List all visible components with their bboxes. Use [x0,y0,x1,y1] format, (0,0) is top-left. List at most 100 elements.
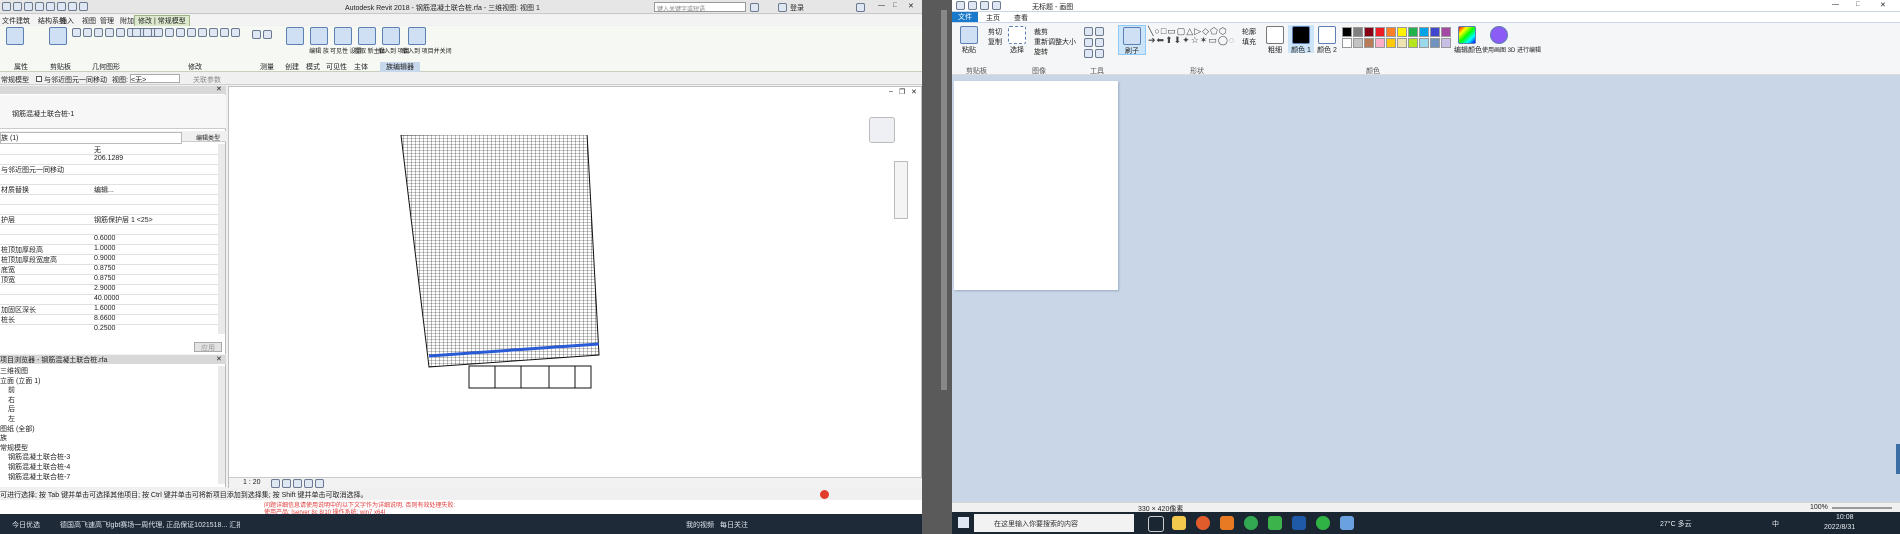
property-value[interactable]: 0.2500 [94,325,212,332]
browser-tree-item[interactable]: 三维视图 [0,366,28,376]
redo-icon[interactable] [34,2,44,11]
edit-colors-button[interactable]: 编辑颜色 [1454,25,1482,54]
start-icon[interactable] [958,517,969,528]
close-icon[interactable]: ✕ [216,85,222,93]
3d-view-icon[interactable] [78,2,88,11]
color-swatch[interactable] [1342,38,1352,48]
property-value[interactable]: 8.6600 [94,315,212,322]
pencil-icon[interactable] [1084,27,1093,36]
split-face-icon[interactable] [104,28,114,37]
close-icon[interactable]: ✕ [216,355,222,363]
ime-indicator[interactable]: 中 [1772,519,1779,529]
copy-icon[interactable] [142,28,152,37]
outline-button[interactable]: 轮廓 [1242,27,1256,37]
task-view-icon[interactable] [1148,516,1164,532]
browser-icon[interactable] [1196,516,1210,530]
color-swatch[interactable] [1408,38,1418,48]
color-swatch[interactable] [1430,38,1440,48]
tab-architecture[interactable]: 建筑 [16,16,30,26]
load-into-project-button[interactable]: 载入到 项目 [378,26,410,55]
tab-home[interactable]: 主页 [986,13,1000,23]
move-icon[interactable] [132,28,141,37]
wechat-icon[interactable] [1316,516,1330,530]
close-icon[interactable]: ✕ [908,2,914,10]
array-icon[interactable] [175,28,185,37]
property-value[interactable]: 0.6000 [94,235,212,242]
user-icon[interactable] [778,3,787,12]
detail-level-icon[interactable] [271,479,280,488]
text-tool-icon[interactable] [1084,38,1093,47]
visual-style-icon[interactable] [282,479,291,488]
select-button[interactable]: 选择 [1004,25,1030,54]
redo-icon[interactable] [992,1,1001,10]
paint-side-handle[interactable] [1896,444,1900,474]
browser-tree-item[interactable]: 立面 (立面 1) [0,376,40,386]
property-value[interactable]: 0.8750 [94,265,212,272]
color-swatch[interactable] [1419,38,1429,48]
browser-tree-item[interactable]: 钢筋混凝土联合桩-3 [8,452,70,462]
color-swatch[interactable] [1386,38,1396,48]
split-icon[interactable] [208,28,218,37]
print-icon[interactable] [45,2,55,11]
my-videos-label[interactable]: 我的视频 [686,520,714,530]
drawing-area[interactable]: – ❐ ✕ 1 : 20 [228,86,923,488]
browser-tree-item[interactable]: 族 [0,433,7,443]
property-value[interactable]: 40.0000 [94,295,212,302]
load-into-project-and-close-button[interactable]: 载入到 项目并关闭 [402,26,452,55]
tab-file[interactable]: 文件 [952,12,978,22]
rotate-icon[interactable] [153,28,163,37]
browser-scrollbar[interactable] [218,366,225,484]
property-value[interactable]: 1.0000 [94,245,212,252]
clock-time[interactable]: 10:08 [1836,514,1854,521]
color-swatch[interactable] [1386,27,1396,37]
options-view-select[interactable]: <无> [130,74,180,83]
quick-access-toolbar[interactable] [2,2,252,12]
daily-follow-label[interactable]: 每日关注 [720,520,748,530]
property-value[interactable]: 1.6000 [94,305,212,312]
explorer-icon[interactable] [1172,516,1186,530]
browser-tree-item[interactable]: 图纸 (全部) [0,424,35,434]
sign-in-label[interactable]: 登录 [790,3,804,13]
close-icon[interactable]: ✕ [1880,1,1886,9]
paint-canvas[interactable] [954,81,1118,290]
color-picker-icon[interactable] [1084,49,1093,58]
color-swatch[interactable] [1375,27,1385,37]
visibility-settings-button[interactable]: 可见性 设置 [330,26,362,55]
magnifier-icon[interactable] [1094,49,1104,58]
view-restore-icon[interactable]: ❐ [899,88,905,96]
browser-tree-item[interactable]: 右 [8,395,15,405]
open-icon[interactable] [2,2,11,11]
weather-label[interactable]: 27°C 多云 [1660,519,1692,529]
browser-tree-item[interactable]: 后 [8,404,15,414]
property-value[interactable]: 206.1289 [94,155,212,162]
type-selector[interactable]: 钢筋混凝土联合桩-1 [0,95,226,129]
paste-button[interactable]: 粘贴 [956,25,982,54]
tab-manage[interactable]: 管理 [100,16,114,26]
revit-app-icon[interactable] [1292,516,1306,530]
property-row[interactable]: 0.2500 [0,324,218,334]
move-with-nearby-checkbox[interactable] [36,76,42,82]
crop-view-icon[interactable] [315,479,324,488]
color-swatch[interactable] [1353,38,1363,48]
edit-family-button[interactable]: 编辑 族 [306,26,332,55]
maximize-icon[interactable]: □ [893,2,897,9]
save-icon[interactable] [968,1,977,10]
view-minimize-icon[interactable]: – [889,88,893,95]
green-app-icon[interactable] [1244,516,1258,530]
tab-view[interactable]: 视图 [82,16,96,26]
color-swatch[interactable] [1375,38,1385,48]
brush-button[interactable]: 刷子 [1118,25,1146,55]
wall-join-icon[interactable] [93,28,103,37]
color-swatch[interactable] [1353,27,1363,37]
fill-icon[interactable] [1094,27,1104,36]
undo-icon[interactable] [980,1,989,10]
taskbar-search[interactable]: 在这里输入你要搜索的内容 [974,514,1134,532]
minimize-icon[interactable]: — [1832,1,1839,8]
browser-tree-item[interactable]: 钢筋混凝土联合桩-4 [8,462,70,472]
save-icon[interactable] [12,2,22,11]
daily-picks-label[interactable]: 今日优选 [12,520,40,530]
color-swatch[interactable] [1419,27,1429,37]
navigation-bar[interactable] [894,161,908,219]
chat-app-icon[interactable] [1268,516,1282,530]
properties-button[interactable] [2,26,28,54]
